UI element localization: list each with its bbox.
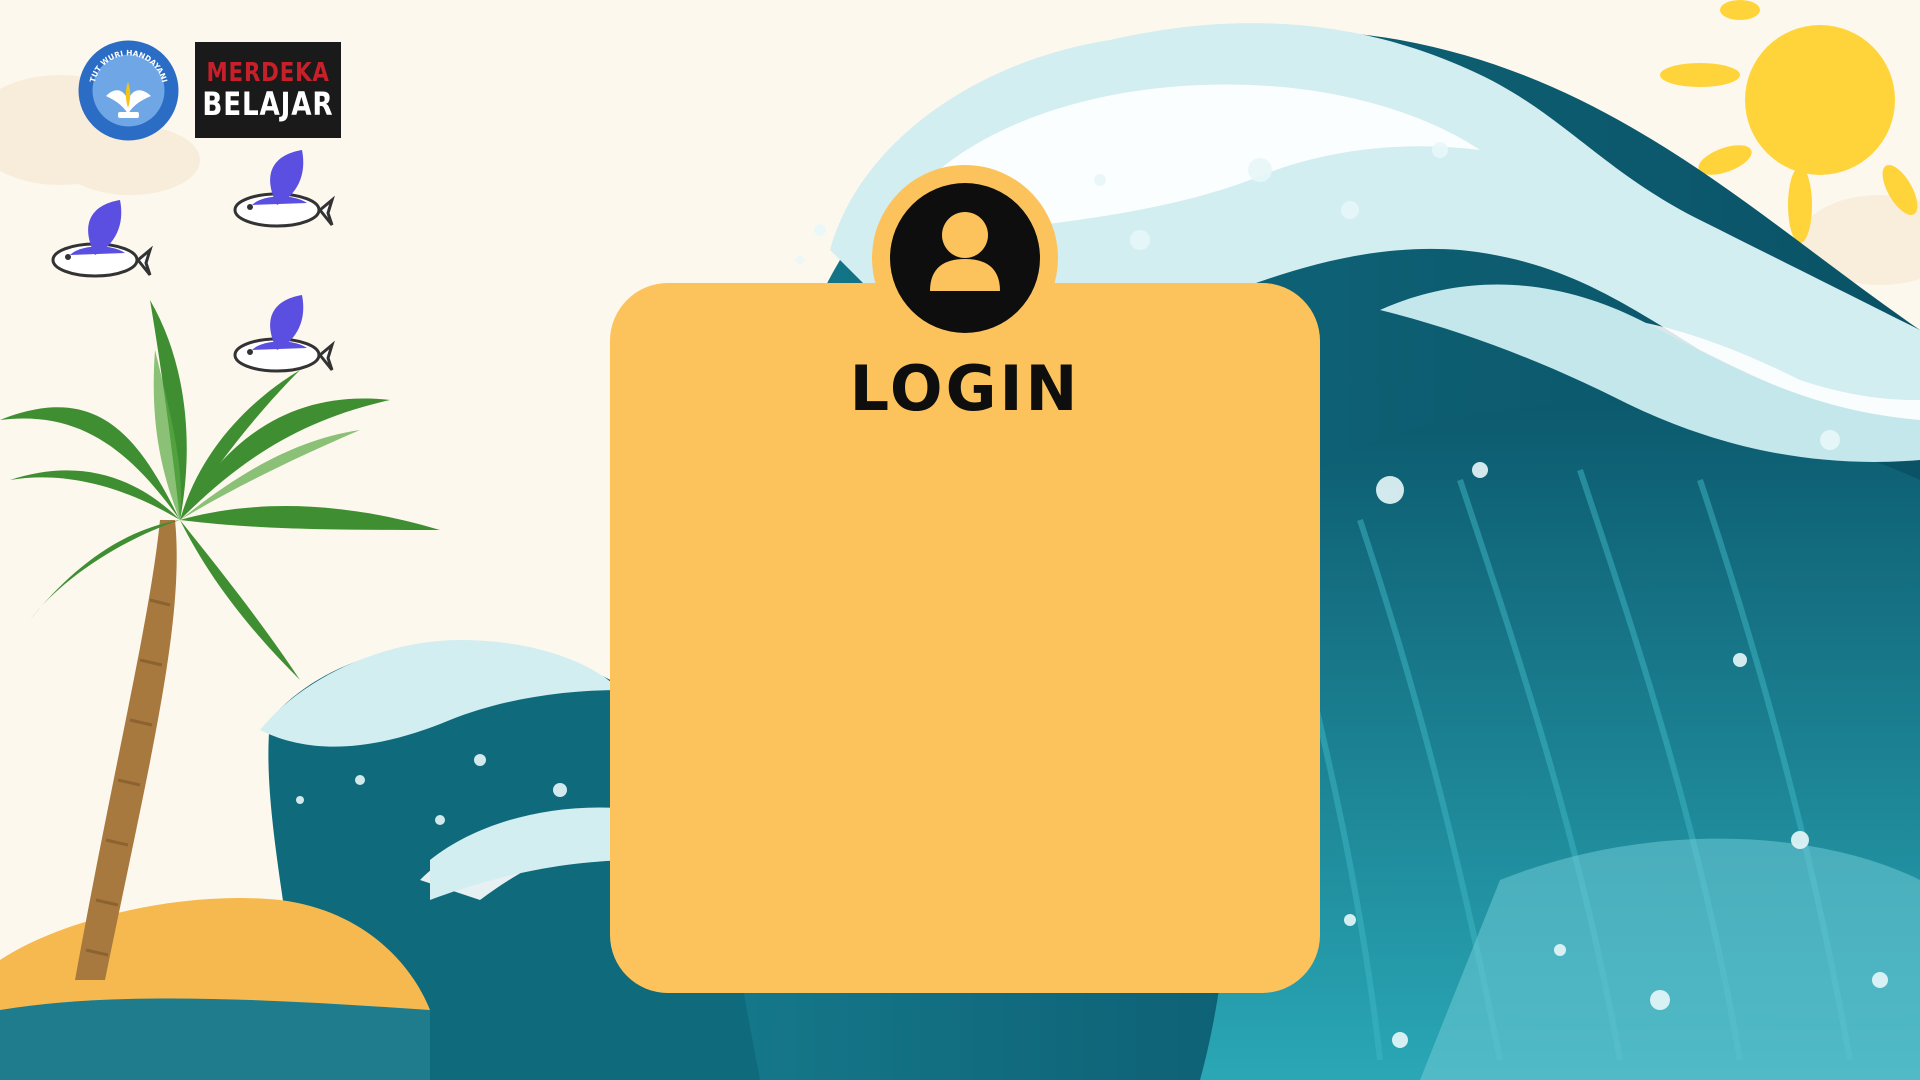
bird-icon-1	[51, 200, 153, 278]
bird-icon-2	[233, 150, 335, 228]
user-icon	[890, 183, 1040, 333]
bird-icon-3	[233, 295, 335, 373]
merdeka-belajar-logo: MERDEKA BELAJAR	[195, 42, 341, 138]
kemdikbud-logo: TUT WURI HANDAYANI	[76, 38, 181, 143]
login-title: LOGIN	[849, 352, 1081, 425]
merdeka-text: MERDEKA	[206, 58, 330, 88]
belajar-text: BELAJAR	[202, 85, 334, 123]
